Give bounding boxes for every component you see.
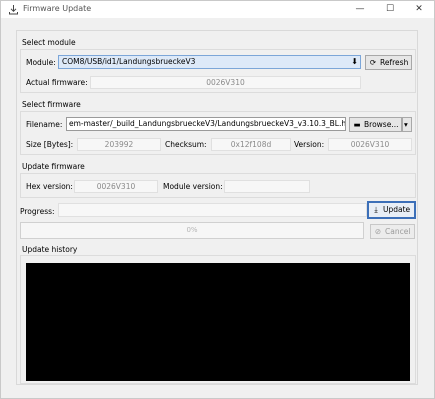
cancel-icon: ⊘ xyxy=(374,227,382,236)
maximize-button[interactable]: ☐ xyxy=(376,2,404,17)
browse-menu-button[interactable]: ▾ xyxy=(402,117,412,132)
update-button-label: Update xyxy=(383,205,411,214)
module-label: Module: xyxy=(26,58,56,67)
browse-button-label: Browse... xyxy=(364,120,399,129)
select-firmware-heading: Select firmware xyxy=(22,100,81,109)
size-field: 203992 xyxy=(77,138,161,151)
download-icon: ⤓ xyxy=(374,205,378,214)
window-title: Firmware Update xyxy=(23,4,92,13)
checksum-field: 0x12f108d xyxy=(211,138,291,151)
refresh-button-label: Refresh xyxy=(380,58,409,67)
update-history-log[interactable] xyxy=(26,263,410,381)
dropdown-arrow-icon: ⬇ xyxy=(351,57,358,66)
firmware-update-window: Firmware Update — ☐ ✕ Select module Modu… xyxy=(0,0,435,399)
folder-icon: ▬ xyxy=(353,120,361,129)
update-firmware-group: Hex version: 0026V310 Module version: xyxy=(20,173,416,198)
select-module-group: Module: COM8/USB/id1/LandungsbrueckeV3 ⬇… xyxy=(20,49,416,93)
module-select-value: COM8/USB/id1/LandungsbrueckeV3 xyxy=(62,57,196,66)
filename-label: Filename: xyxy=(26,120,63,129)
cancel-button-label: Cancel xyxy=(385,227,411,236)
close-button[interactable]: ✕ xyxy=(405,2,433,17)
version-label: Version: xyxy=(294,140,325,149)
progress-bar: 0% xyxy=(20,222,364,239)
module-version-field xyxy=(224,180,310,193)
filename-field[interactable]: em-master/_build_LandungsbrueckeV3/Landu… xyxy=(66,117,346,131)
update-button[interactable]: ⤓ Update xyxy=(367,201,416,219)
progress-percent-text: 0% xyxy=(186,226,198,234)
title-bar: Firmware Update — ☐ ✕ xyxy=(1,1,434,18)
minimize-button[interactable]: — xyxy=(346,2,374,17)
version-field: 0026V310 xyxy=(328,138,412,151)
select-firmware-group: Filename: em-master/_build_Landungsbruec… xyxy=(20,111,416,155)
actual-firmware-label: Actual firmware: xyxy=(26,78,88,87)
update-history-group xyxy=(20,255,416,384)
progress-label: Progress: xyxy=(20,207,55,216)
module-version-label: Module version: xyxy=(163,182,223,191)
actual-firmware-field: 0026V310 xyxy=(90,76,361,89)
select-module-heading: Select module xyxy=(22,38,76,47)
cancel-button[interactable]: ⊘ Cancel xyxy=(370,224,415,239)
update-history-heading: Update history xyxy=(22,245,78,254)
size-label: Size [Bytes]: xyxy=(26,140,74,149)
hex-version-field: 0026V310 xyxy=(74,180,158,193)
checksum-label: Checksum: xyxy=(165,140,207,149)
hex-version-label: Hex version: xyxy=(26,182,73,191)
module-select[interactable]: COM8/USB/id1/LandungsbrueckeV3 ⬇ xyxy=(58,55,361,69)
refresh-icon: ⟳ xyxy=(369,58,377,67)
refresh-button[interactable]: ⟳ Refresh xyxy=(365,55,412,70)
download-icon xyxy=(9,5,18,15)
update-firmware-heading: Update firmware xyxy=(22,162,85,171)
progress-info-field xyxy=(58,203,367,217)
dropdown-arrow-icon: ▾ xyxy=(404,120,408,129)
browse-button[interactable]: ▬ Browse... xyxy=(349,117,402,132)
main-panel: Select module Module: COM8/USB/id1/Landu… xyxy=(16,30,418,385)
